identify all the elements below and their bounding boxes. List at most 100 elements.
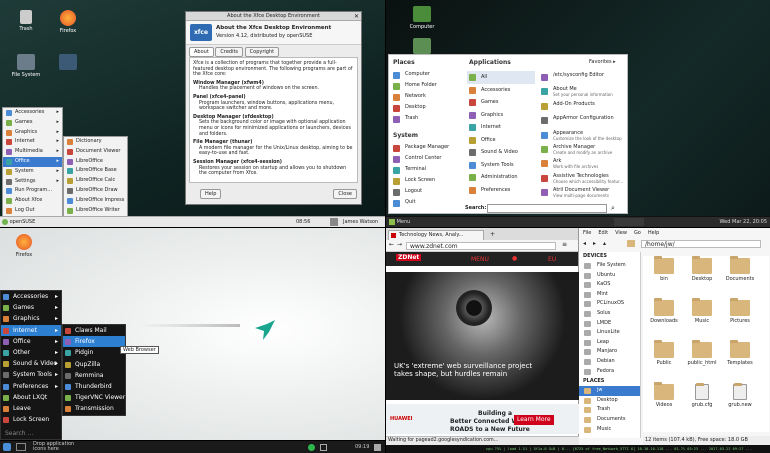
submenu-item[interactable]: Claws Mail	[63, 325, 125, 336]
help-button[interactable]: Help	[200, 189, 222, 199]
categories-item[interactable]: All	[467, 71, 535, 84]
places-item[interactable]: Desktop	[391, 102, 463, 113]
device-item[interactable]: Manjaro	[579, 347, 640, 357]
device-item[interactable]: Debian	[579, 357, 640, 367]
device-item[interactable]: LMDE	[579, 319, 640, 329]
menu-item[interactable]: Accessories ▸	[1, 291, 61, 302]
headline[interactable]: UK's 'extreme' web surveillance project …	[394, 362, 534, 378]
menu-item[interactable]: Other ▸	[1, 347, 61, 358]
computer-desktop-icon[interactable]: Computer	[404, 6, 440, 30]
categories-item[interactable]: Preferences	[467, 184, 535, 197]
menubar-item[interactable]: Help	[648, 230, 659, 236]
hero-image[interactable]: UK's 'extreme' web surveillance project …	[386, 272, 579, 400]
back-icon[interactable]: ←	[389, 241, 394, 248]
lxqt-menu-icon[interactable]	[3, 443, 11, 451]
close-icon[interactable]: ✕	[354, 12, 359, 21]
close-button[interactable]: Close	[333, 189, 357, 199]
device-item[interactable]: Mint	[579, 290, 640, 300]
submenu-item[interactable]: LibreOffice Calc	[64, 176, 127, 186]
menu-item[interactable]: Multimedia ▸	[3, 147, 62, 157]
volume-icon[interactable]	[320, 444, 327, 451]
device-item[interactable]: Solus	[579, 309, 640, 319]
system-item[interactable]: Terminal	[391, 164, 463, 175]
app-entry[interactable]: /etc/sysconfig Editor	[539, 71, 625, 85]
file-item[interactable]: Documents	[725, 256, 755, 282]
submenu-item[interactable]: QupZilla	[63, 359, 125, 370]
folder-desktop-icon[interactable]	[50, 54, 86, 72]
device-item[interactable]: PCLinuxOS	[579, 299, 640, 309]
file-item[interactable]: grub.new	[725, 383, 755, 408]
desktop-switch-icon[interactable]	[16, 443, 26, 451]
firefox-desktop-icon[interactable]: Firefox	[6, 234, 42, 258]
system-item[interactable]: Logout	[391, 186, 463, 197]
places-item[interactable]: Home Folder	[391, 80, 463, 91]
path-bar[interactable]: /home/jw/	[641, 240, 761, 248]
categories-item[interactable]: Graphics	[467, 109, 535, 122]
app-entry[interactable]: Assistive Technologies Choose which acces…	[539, 172, 625, 186]
categories-item[interactable]: Sound & Video	[467, 146, 535, 159]
menu-item[interactable]: System Tools ▸	[1, 369, 61, 380]
menu-item[interactable]: Graphics ▸	[1, 313, 61, 324]
app-entry[interactable]: Appearance Customize the look of the desk…	[539, 129, 625, 143]
menu-item[interactable]: Lock Screen	[1, 414, 61, 425]
categories-item[interactable]: Office	[467, 134, 535, 147]
edition-link[interactable]: EU	[548, 256, 556, 263]
menu-item[interactable]: System ▸	[3, 167, 62, 177]
menubar-item[interactable]: Go	[634, 230, 641, 236]
categories-item[interactable]: System Tools	[467, 159, 535, 172]
panel-clock[interactable]: Wed Mar 22, 20:05	[720, 217, 767, 227]
device-item[interactable]: LinuxLite	[579, 328, 640, 338]
menu-item[interactable]: Office ▸	[3, 156, 62, 167]
back-icon[interactable]: ◂	[583, 240, 586, 247]
menu-item[interactable]: Internet ▸	[3, 137, 62, 147]
menu-item[interactable]: About LXQt	[1, 392, 61, 403]
submenu-item[interactable]: Dictionary	[64, 137, 127, 147]
show-desktop-icon[interactable]	[374, 444, 381, 451]
place-item[interactable]: Trash	[579, 405, 640, 415]
menu-item[interactable]: Sound & Video ▸	[1, 358, 61, 369]
ad-banner[interactable]: HUAWEI Building a Better Connected World…	[386, 404, 579, 434]
place-item[interactable]: Music	[579, 425, 640, 435]
menu-item[interactable]: Internet ▸	[1, 324, 61, 336]
system-item[interactable]: Quit	[391, 197, 463, 208]
menu-link[interactable]: MENU	[471, 256, 489, 263]
app-entry[interactable]: Add-On Products	[539, 100, 625, 114]
filesystem-desktop-icon[interactable]: File System	[8, 54, 44, 78]
panel-clock[interactable]: 09:19	[355, 441, 369, 453]
app-entry[interactable]: AppArmor Configuration	[539, 114, 625, 128]
file-item[interactable]: Desktop	[687, 256, 717, 282]
network-icon[interactable]	[330, 218, 338, 226]
forward-icon[interactable]: →	[397, 241, 402, 248]
applications-menu-button[interactable]: openSUSE	[2, 217, 35, 227]
place-item[interactable]: Documents	[579, 415, 640, 425]
submenu-item[interactable]: Pidgin	[63, 347, 125, 358]
forward-icon[interactable]: ▸	[593, 240, 596, 247]
submenu-item[interactable]: TigerVNC Viewer	[63, 392, 125, 403]
places-item[interactable]: Network	[391, 91, 463, 102]
submenu-item[interactable]: Transmission	[63, 403, 125, 414]
tab-credits[interactable]: Credits	[215, 47, 244, 57]
submenu-item[interactable]: Remmina	[63, 370, 125, 381]
submenu-item[interactable]: LibreOffice	[64, 157, 127, 167]
menu-item[interactable]: Leave	[1, 403, 61, 414]
browser-tab[interactable]: Technology News, Analy...	[388, 230, 484, 240]
trash-desktop-icon[interactable]: Trash	[8, 10, 44, 32]
url-bar[interactable]: www.zdnet.com	[406, 242, 556, 250]
app-entry[interactable]: Atril Document Viewer View multi-page doc…	[539, 186, 625, 200]
file-item[interactable]: Downloads	[649, 298, 679, 324]
status-icon[interactable]	[308, 444, 315, 451]
device-item[interactable]: KaOS	[579, 280, 640, 290]
submenu-item[interactable]: LibreOffice Base	[64, 166, 127, 176]
places-item[interactable]: Computer	[391, 69, 463, 80]
submenu-item[interactable]: LibreOffice Writer	[64, 206, 127, 216]
menu-item[interactable]: Games ▸	[1, 302, 61, 313]
file-item[interactable]: grub.cfg	[687, 383, 717, 408]
device-item[interactable]: Fedora	[579, 367, 640, 377]
system-item[interactable]: Control Center	[391, 153, 463, 164]
submenu-item[interactable]: Document Viewer	[64, 147, 127, 157]
file-item[interactable]: Public	[649, 340, 679, 366]
favorites-button[interactable]: Favorites ▸	[589, 59, 616, 65]
file-item[interactable]: Music	[687, 298, 717, 324]
file-item[interactable]: Videos	[649, 382, 679, 408]
panel-clock[interactable]: 08:56	[296, 217, 310, 227]
